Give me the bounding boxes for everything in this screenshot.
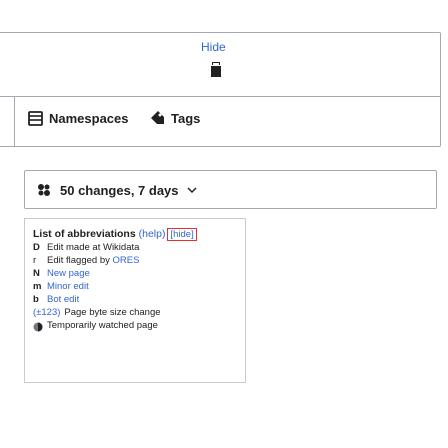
legend-title: List of abbreviations (help) [hide] xyxy=(33,227,237,242)
legend-symbol: N xyxy=(33,268,40,280)
legend-item: r Edit flagged by ORES xyxy=(33,255,237,268)
legend-item: b Bot edit xyxy=(33,294,237,307)
chevron-down-icon xyxy=(186,186,197,194)
legend-symbol: m xyxy=(33,281,42,293)
abbreviations-legend: List of abbreviations (help) [hide] D Edi… xyxy=(24,218,246,383)
legend-title-text: List of abbreviations xyxy=(33,228,136,240)
legend-item: N New page xyxy=(33,268,237,281)
tab-namespaces[interactable]: Namespaces xyxy=(28,103,129,133)
filter-divider xyxy=(0,96,441,97)
tab-divider xyxy=(14,97,15,146)
legend-desc: Temporarily watched page xyxy=(47,320,158,332)
collapse-handle-icon[interactable] xyxy=(211,62,221,77)
legend-symbol: D xyxy=(33,242,40,254)
namespaces-icon xyxy=(28,110,43,126)
half-star-icon xyxy=(33,322,47,332)
legend-desc: Page byte size change xyxy=(64,307,161,319)
legend-desc: Edit flagged by ORES xyxy=(47,255,140,267)
tab-namespaces-label: Namespaces xyxy=(49,110,129,126)
ores-link[interactable]: ORES xyxy=(113,255,140,266)
legend-desc: Minor edit xyxy=(47,281,89,294)
minor-edit-link[interactable]: Minor edit xyxy=(47,281,89,292)
legend-item: (±123) Page byte size change xyxy=(33,307,237,320)
saved-settings-label: 50 changes, 7 days xyxy=(60,182,179,198)
legend-symbol: b xyxy=(33,294,39,306)
bot-edit-link[interactable]: Bot edit xyxy=(47,294,79,305)
legend-item: m Minor edit xyxy=(33,281,237,294)
tag-icon xyxy=(149,110,165,126)
legend-hide-link[interactable]: [hide] xyxy=(167,228,197,241)
settings-icon xyxy=(36,182,52,198)
legend-item: Temporarily watched page xyxy=(33,320,237,333)
saved-settings-button[interactable]: 50 changes, 7 days xyxy=(36,174,197,206)
legend-item: D Edit made at Wikidata xyxy=(33,242,237,255)
byte-change-symbol: (±123) xyxy=(33,307,61,319)
hide-link[interactable]: Hide xyxy=(201,40,226,54)
tab-tags-label: Tags xyxy=(171,110,201,126)
legend-symbol: r xyxy=(33,255,37,267)
legend-desc: Edit made at Wikidata xyxy=(47,242,140,254)
legend-desc: New page xyxy=(47,268,90,281)
new-page-link[interactable]: New page xyxy=(47,268,90,279)
tab-tags[interactable]: Tags xyxy=(149,103,200,133)
legend-desc: Bot edit xyxy=(47,294,79,307)
legend-help-link[interactable]: (help) xyxy=(139,228,166,240)
